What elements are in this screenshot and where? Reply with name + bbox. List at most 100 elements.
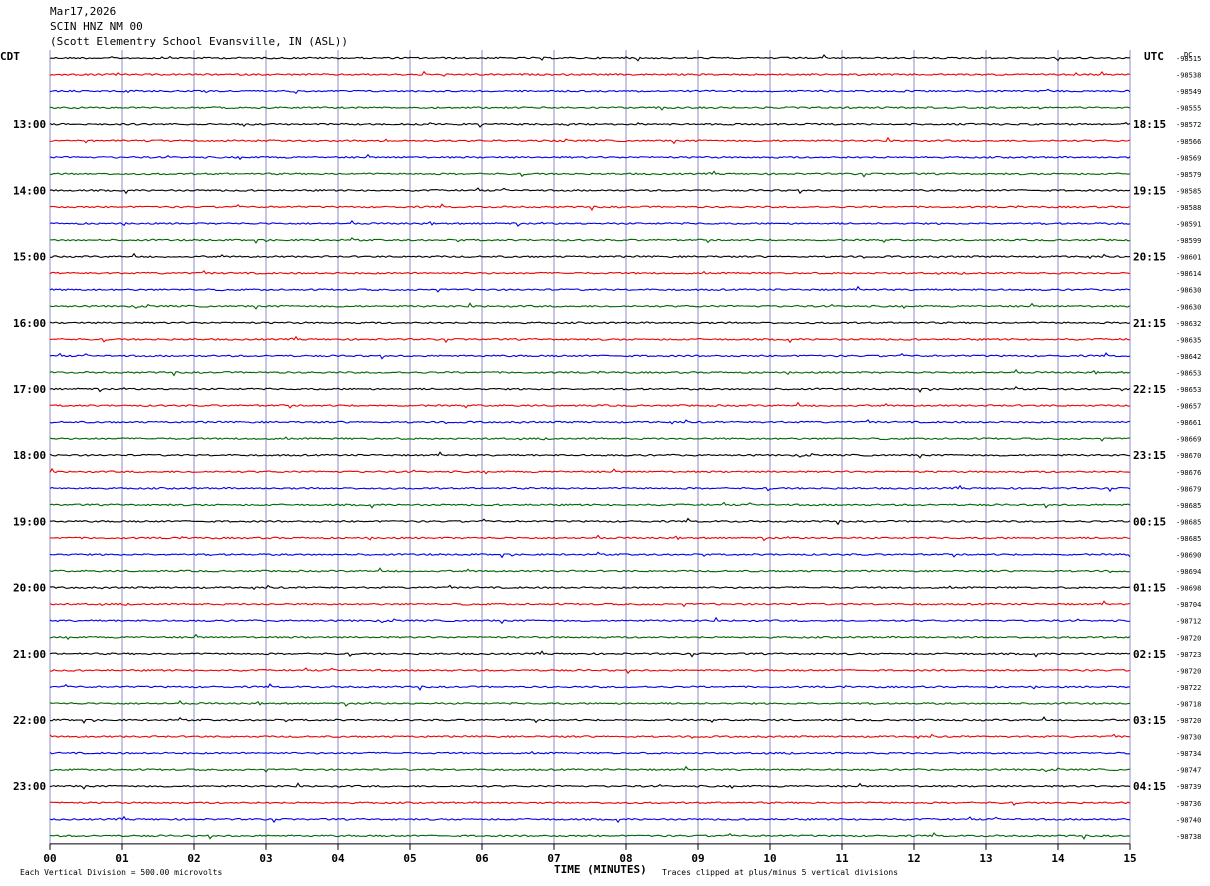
left-hour-label: 14:00 xyxy=(13,184,46,197)
left-hour-label: 20:00 xyxy=(13,582,46,595)
dc-offset-label: -98669 xyxy=(1176,436,1201,444)
dc-offset-label: -98698 xyxy=(1176,585,1201,593)
dc-offset-label: -98679 xyxy=(1176,485,1201,493)
seismic-trace xyxy=(49,501,1131,509)
seismic-trace xyxy=(49,220,1131,227)
seismic-trace xyxy=(49,285,1131,293)
dc-offset-label: -98734 xyxy=(1176,750,1201,758)
dc-offset-label: -98569 xyxy=(1176,154,1201,162)
seismic-trace xyxy=(49,203,1131,211)
right-hour-label: 22:15 xyxy=(1133,383,1166,396)
seismic-trace xyxy=(49,517,1131,526)
seismic-trace xyxy=(49,716,1131,724)
dc-offset-label: -98676 xyxy=(1176,469,1201,477)
dc-offset-label: -98585 xyxy=(1176,187,1201,195)
seismic-trace xyxy=(49,302,1131,310)
x-tick-label: 09 xyxy=(691,852,704,865)
helicorder-plot: Mar17,2026 SCIN HNZ NM 00 (Scott Element… xyxy=(0,5,1201,877)
dc-offset-label: -98599 xyxy=(1176,237,1201,245)
seismic-trace xyxy=(49,650,1131,658)
seismic-trace xyxy=(49,683,1131,691)
clip-note: Traces clipped at plus/minus 5 vertical … xyxy=(662,868,898,877)
dc-offset-label: -98712 xyxy=(1176,618,1201,626)
seismic-trace xyxy=(49,451,1131,459)
right-hour-label: 18:15 xyxy=(1133,118,1166,131)
x-tick-label: 03 xyxy=(259,852,272,865)
grid-layer xyxy=(49,50,1131,850)
seismic-trace xyxy=(49,136,1131,145)
seismic-trace xyxy=(49,401,1131,409)
x-tick-label: 05 xyxy=(403,852,416,865)
dc-offset-label: -98549 xyxy=(1176,88,1201,96)
seismic-trace xyxy=(49,815,1131,824)
seismic-trace xyxy=(49,467,1131,475)
seismic-trace xyxy=(49,54,1131,62)
right-hour-label: 23:15 xyxy=(1133,449,1166,462)
left-hour-label: 23:00 xyxy=(13,780,46,793)
seismic-trace xyxy=(49,321,1131,325)
dc-offset-label: -98718 xyxy=(1176,700,1201,708)
dc-offset-label: -98614 xyxy=(1176,270,1201,278)
dc-offset-label: -98653 xyxy=(1176,369,1201,377)
x-tick-label: 00 xyxy=(43,852,56,865)
right-hour-label: 03:15 xyxy=(1133,714,1166,727)
dc-offset-label: -98591 xyxy=(1176,221,1201,229)
x-tick-label: 04 xyxy=(331,852,345,865)
dc-offset-label: -98632 xyxy=(1176,320,1201,328)
seismic-trace xyxy=(49,70,1131,77)
seismic-trace xyxy=(49,187,1131,195)
dc-offset-label: -98685 xyxy=(1176,502,1201,510)
dc-offset-label: -98736 xyxy=(1176,800,1201,808)
x-tick-label: 11 xyxy=(835,852,849,865)
x-tick-label: 15 xyxy=(1123,852,1136,865)
header-station: SCIN HNZ NM 00 xyxy=(50,20,143,33)
seismic-trace xyxy=(49,600,1131,608)
dc-offset-label: -98630 xyxy=(1176,303,1201,311)
left-hour-label: 22:00 xyxy=(13,714,46,727)
dc-offset-label: -98670 xyxy=(1176,452,1201,460)
seismic-trace xyxy=(49,584,1131,591)
seismic-trace xyxy=(49,88,1131,95)
header-date: Mar17,2026 xyxy=(50,5,116,18)
seismic-trace xyxy=(49,368,1131,377)
dc-offset-label: -98635 xyxy=(1176,336,1201,344)
seismic-trace xyxy=(49,436,1131,442)
x-axis-title: TIME (MINUTES) xyxy=(554,863,647,876)
x-tick-label: 01 xyxy=(115,852,129,865)
right-hour-label: 04:15 xyxy=(1133,780,1166,793)
x-tick-label: 12 xyxy=(907,852,920,865)
dc-offset-label: -98739 xyxy=(1176,783,1201,791)
seismic-trace xyxy=(49,733,1131,740)
x-tick-label: 10 xyxy=(763,852,776,865)
dc-offset-label: -98515 xyxy=(1176,55,1201,63)
dc-offset-label: -98653 xyxy=(1176,386,1201,394)
dc-offset-label: -98572 xyxy=(1176,121,1201,129)
right-hour-label: 19:15 xyxy=(1133,184,1166,197)
x-tick-label: 14 xyxy=(1051,852,1065,865)
right-hour-label: 01:15 xyxy=(1133,582,1166,595)
seismic-trace xyxy=(49,699,1131,707)
seismic-trace xyxy=(49,352,1131,360)
dc-offset-label: -98694 xyxy=(1176,568,1201,576)
dc-offset-label: -98685 xyxy=(1176,535,1201,543)
seismic-trace xyxy=(49,153,1131,161)
dc-offset-label: -98740 xyxy=(1176,816,1201,824)
dc-offset-label: -98642 xyxy=(1176,353,1201,361)
dc-offset-label: -98657 xyxy=(1176,403,1201,411)
seismic-trace xyxy=(49,335,1131,344)
seismic-trace xyxy=(49,567,1131,574)
dc-offset-label: -98630 xyxy=(1176,287,1201,295)
x-tick-label: 06 xyxy=(475,852,489,865)
seismic-trace xyxy=(49,832,1131,840)
seismic-trace xyxy=(49,782,1131,790)
trace-layer xyxy=(49,54,1131,840)
seismic-trace xyxy=(49,252,1131,260)
dc-offset-label: -98730 xyxy=(1176,734,1201,742)
seismic-trace xyxy=(49,616,1131,625)
left-hour-label: 15:00 xyxy=(13,251,46,264)
dc-offset-label: -98720 xyxy=(1176,717,1201,725)
left-timezone-label: CDT xyxy=(0,50,20,63)
scale-note: Each Vertical Division = 500.00 microvol… xyxy=(20,868,222,877)
dc-offset-label: -98723 xyxy=(1176,651,1201,659)
dc-offset-label: -98747 xyxy=(1176,767,1201,775)
